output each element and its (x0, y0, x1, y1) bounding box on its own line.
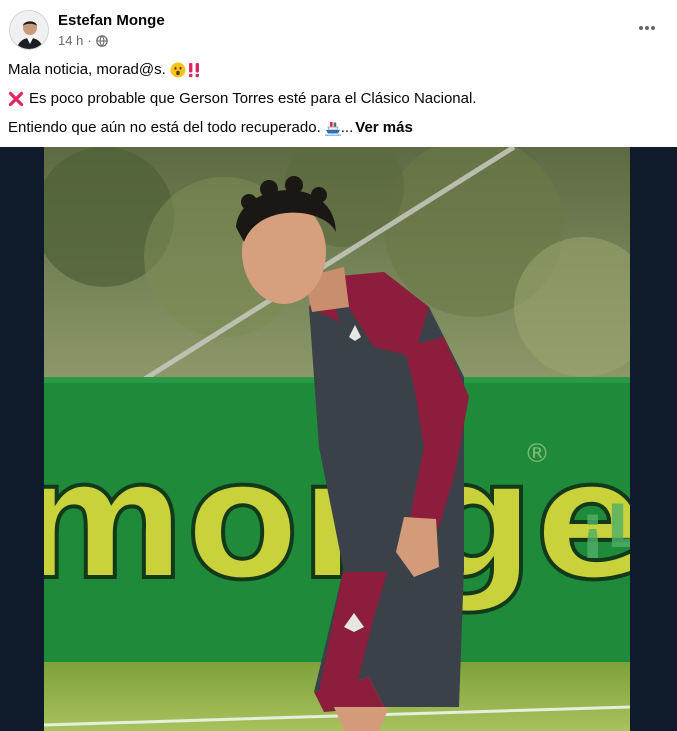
globe-icon (95, 34, 108, 47)
post-line-2-text: Es poco probable que Gerson Torres esté … (29, 90, 477, 107)
ship-emoji (324, 120, 341, 136)
author-avatar[interactable] (9, 10, 49, 50)
see-more-link[interactable]: Ver más (355, 118, 413, 138)
meta-separator: · (87, 33, 92, 48)
banner-registered: ® (524, 439, 550, 469)
more-options-icon[interactable] (635, 16, 659, 40)
cross-mark-emoji (8, 91, 24, 107)
post-line-3: Entiendo que aún no está del todo recupe… (8, 118, 668, 138)
post-text: Mala noticia, morad@s. Es poco probable … (8, 60, 668, 147)
post-header: Estefan Monge 14 h · (0, 0, 677, 58)
post-line-3-text: Entiendo que aún no está del todo recupe… (8, 119, 321, 136)
post-meta: 14 h · (58, 33, 108, 48)
post-line-1: Mala noticia, morad@s. (8, 60, 668, 80)
ellipsis: ... (340, 119, 354, 136)
post-photo-container[interactable]: monge ® ¡L (0, 147, 677, 731)
author-name[interactable]: Estefan Monge (58, 12, 165, 29)
post-time[interactable]: 14 h (58, 33, 83, 48)
surprised-face-emoji (170, 62, 186, 78)
post-line-1-text: Mala noticia, morad@s. (8, 61, 166, 78)
post-photo[interactable]: monge ® ¡L (44, 147, 630, 731)
banner-side-text: ¡L (579, 492, 630, 562)
facebook-post: Estefan Monge 14 h · Mala noticia, morad… (0, 0, 677, 731)
post-line-2: Es poco probable que Gerson Torres esté … (8, 89, 668, 109)
double-exclamation-emoji (186, 62, 202, 78)
